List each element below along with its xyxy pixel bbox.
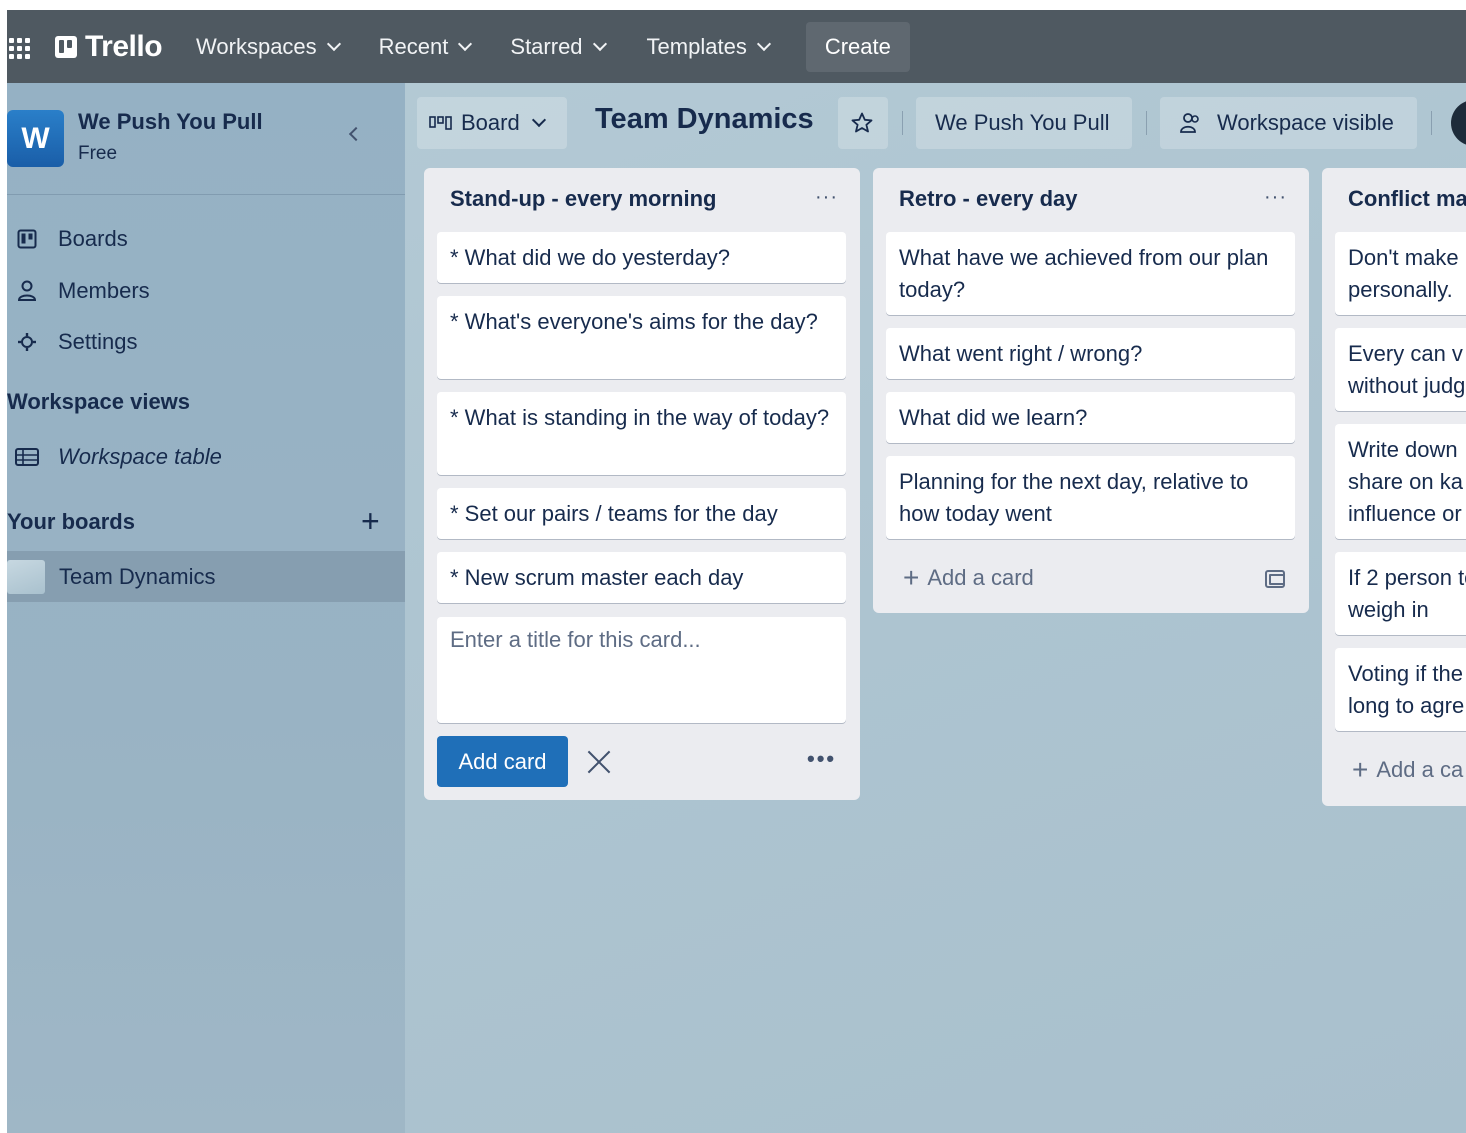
- star-board-button[interactable]: [838, 97, 888, 149]
- card[interactable]: Don't make personally.: [1335, 232, 1466, 315]
- board-header: Board Team Dynamics We Push You Pull Wor…: [405, 83, 1466, 163]
- sidebar-item-label: Settings: [58, 329, 138, 354]
- card[interactable]: * What did we do yesterday?: [437, 232, 846, 283]
- visibility-button[interactable]: Workspace visible: [1160, 97, 1417, 149]
- sidebar-item-settings[interactable]: Settings: [7, 320, 405, 364]
- plus-icon: +: [1352, 754, 1369, 785]
- collapse-sidebar-icon[interactable]: [348, 126, 364, 142]
- close-icon[interactable]: [584, 747, 614, 777]
- card[interactable]: Voting if the long to agre: [1335, 648, 1466, 731]
- plus-icon: +: [903, 562, 920, 593]
- add-board-icon[interactable]: +: [361, 505, 380, 537]
- nav-starred-label: Starred: [510, 33, 583, 59]
- board-view-switcher[interactable]: Board: [417, 97, 567, 149]
- board-title[interactable]: Team Dynamics: [595, 103, 814, 136]
- gear-icon: [15, 330, 39, 354]
- header-divider: [902, 111, 903, 135]
- header-divider: [1146, 111, 1147, 135]
- card[interactable]: Planning for the next day, relative to h…: [886, 456, 1295, 539]
- card[interactable]: What have we achieved from our plan toda…: [886, 232, 1295, 315]
- nav-workspaces-label: Workspaces: [196, 33, 317, 59]
- chevron-down-icon: [756, 36, 771, 51]
- workspace-button[interactable]: We Push You Pull: [916, 97, 1132, 149]
- list-title[interactable]: Stand-up - every morning: [450, 186, 716, 212]
- header-divider: [1431, 111, 1432, 135]
- list-retro: Retro - every day ··· What have we achie…: [873, 168, 1309, 613]
- table-icon: [15, 445, 39, 469]
- workspace-name[interactable]: We Push You Pull: [78, 109, 263, 135]
- sidebar-board-team-dynamics[interactable]: Team Dynamics: [7, 551, 405, 602]
- nav-templates-label: Templates: [646, 33, 747, 59]
- sidebar-item-label: Workspace table: [58, 444, 222, 469]
- nav-workspaces-dropdown[interactable]: Workspaces: [196, 33, 341, 60]
- card[interactable]: What did we learn?: [886, 392, 1295, 443]
- card[interactable]: * Set our pairs / teams for the day: [437, 488, 846, 539]
- composer-options-icon[interactable]: •••: [807, 746, 836, 772]
- trello-logo-icon: [55, 35, 77, 58]
- sidebar-item-label: Boards: [58, 226, 128, 251]
- chevron-down-icon: [458, 36, 473, 51]
- person-icon: [15, 279, 39, 303]
- board-thumbnail: [7, 559, 45, 594]
- top-navigation: Trello Workspaces Recent Starred Templat…: [7, 10, 1466, 83]
- chevron-down-icon: [531, 112, 546, 128]
- card[interactable]: * What's everyone's aims for the day?: [437, 296, 846, 379]
- add-card-link[interactable]: + Add a card: [903, 564, 1034, 592]
- list-menu-icon[interactable]: ···: [1264, 186, 1287, 209]
- sidebar-item-boards[interactable]: Boards: [7, 217, 405, 261]
- workspace-plan: Free: [78, 143, 118, 164]
- add-card-label: Add a ca: [1376, 757, 1464, 782]
- card[interactable]: * What is standing in the way of today?: [437, 392, 846, 475]
- people-icon: [1180, 113, 1199, 133]
- nav-recent-label: Recent: [378, 33, 449, 59]
- star-icon: [851, 112, 873, 133]
- sidebar: W We Push You Pull Free Boards Members S…: [7, 83, 405, 1133]
- sidebar-item-workspace-table[interactable]: Workspace table: [7, 435, 405, 479]
- add-card-link[interactable]: + Add a ca: [1352, 756, 1463, 784]
- app-switcher-icon[interactable]: [9, 36, 31, 59]
- workspace-views-heading: Workspace views: [7, 389, 191, 414]
- list-standup: Stand-up - every morning ··· * What did …: [424, 168, 860, 800]
- trello-logo[interactable]: Trello: [55, 29, 163, 64]
- sidebar-item-members[interactable]: Members: [7, 269, 405, 313]
- add-card-button[interactable]: Add card: [437, 736, 568, 787]
- create-button[interactable]: Create: [805, 21, 910, 72]
- app-frame: Trello Workspaces Recent Starred Templat…: [7, 10, 1466, 1133]
- card[interactable]: Every can v without judg: [1335, 328, 1466, 411]
- list-title[interactable]: Conflict ma: [1348, 186, 1466, 212]
- list-conflict: Conflict ma Don't make personally. Every…: [1322, 168, 1466, 806]
- board-view-icon: [429, 116, 452, 130]
- card[interactable]: If 2 person to weigh in: [1335, 552, 1466, 635]
- visibility-label: Workspace visible: [1217, 110, 1394, 135]
- nav-starred-dropdown[interactable]: Starred: [510, 33, 607, 60]
- nav-templates-dropdown[interactable]: Templates: [646, 33, 771, 60]
- chevron-down-icon: [592, 36, 607, 51]
- sidebar-item-label: Members: [58, 278, 150, 303]
- card-title-input[interactable]: [437, 617, 846, 723]
- your-boards-heading: Your boards: [7, 509, 135, 534]
- sidebar-board-label: Team Dynamics: [59, 563, 216, 589]
- nav-recent-dropdown[interactable]: Recent: [378, 33, 473, 60]
- member-avatar[interactable]: [1451, 100, 1466, 146]
- workspace-header: W We Push You Pull Free: [7, 83, 405, 195]
- chevron-down-icon: [326, 36, 341, 51]
- card[interactable]: * New scrum master each day: [437, 552, 846, 603]
- list-menu-icon[interactable]: ···: [815, 186, 838, 209]
- logo-text: Trello: [85, 29, 163, 63]
- workspace-avatar[interactable]: W: [7, 110, 64, 167]
- board-view-label: Board: [461, 110, 520, 135]
- list-title[interactable]: Retro - every day: [899, 186, 1078, 212]
- add-card-label: Add a card: [927, 565, 1034, 590]
- card[interactable]: Write down share on ka influence or: [1335, 424, 1466, 539]
- board-icon: [15, 227, 39, 251]
- card-template-icon[interactable]: [1265, 570, 1285, 588]
- card[interactable]: What went right / wrong?: [886, 328, 1295, 379]
